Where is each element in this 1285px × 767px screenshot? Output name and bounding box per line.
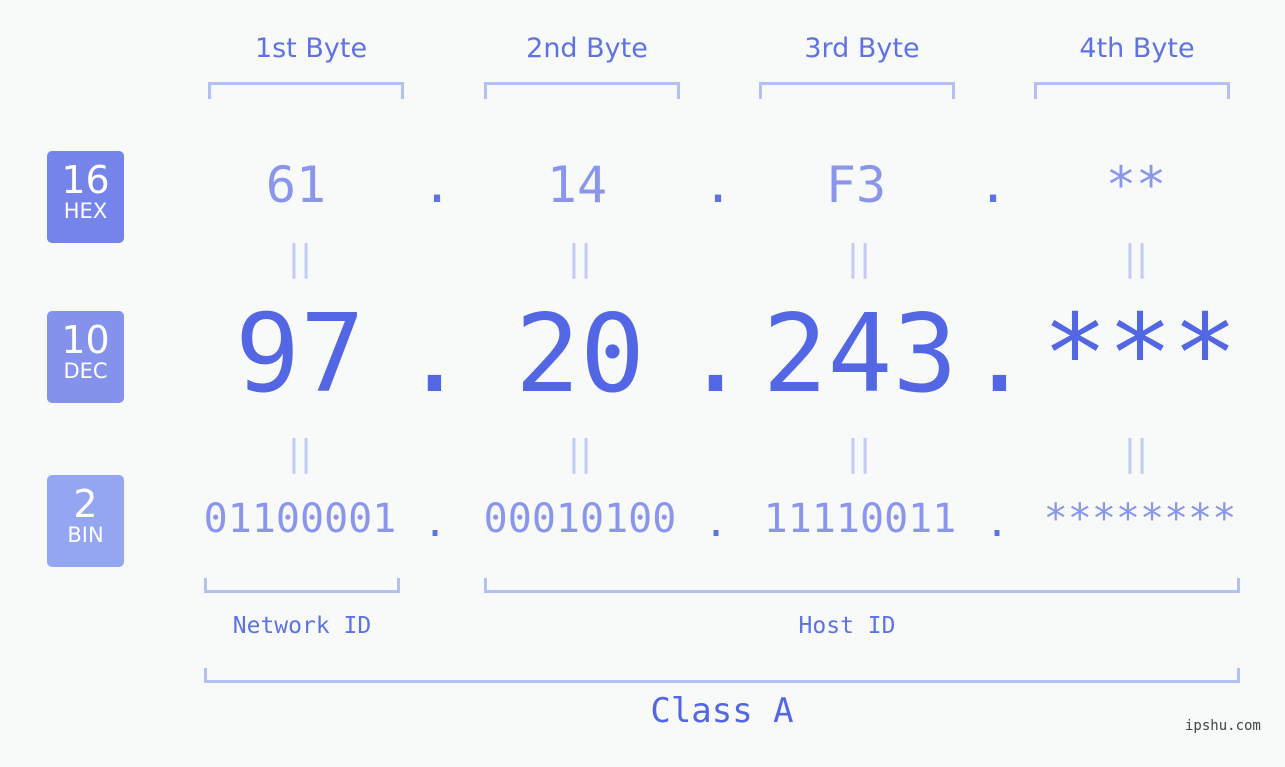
dec-byte-3: 243 bbox=[762, 292, 958, 417]
byte-bracket-3 bbox=[759, 82, 955, 99]
equals-sign: || bbox=[1123, 238, 1149, 279]
host-id-label: Host ID bbox=[798, 613, 896, 639]
equals-sign: || bbox=[287, 238, 313, 279]
dec-separator: . bbox=[683, 292, 749, 417]
hex-byte-2: 14 bbox=[546, 156, 608, 214]
dec-base-label: DEC bbox=[63, 359, 108, 383]
dec-badge: 10 DEC bbox=[47, 311, 124, 403]
site-credit: ipshu.com bbox=[1185, 718, 1261, 734]
hex-byte-4: ** bbox=[1105, 156, 1167, 214]
dec-separator: . bbox=[967, 292, 1033, 417]
host-id-bracket bbox=[484, 578, 1240, 593]
hex-base-label: HEX bbox=[63, 199, 108, 223]
bin-separator: . bbox=[704, 500, 729, 546]
byte-bracket-4 bbox=[1034, 82, 1230, 99]
bin-base-number: 2 bbox=[73, 482, 98, 526]
hex-byte-1: 61 bbox=[265, 156, 327, 214]
bin-byte-3: 11110011 bbox=[763, 496, 957, 542]
byte-header-1: 1st Byte bbox=[254, 33, 368, 64]
byte-header-3: 3rd Byte bbox=[804, 33, 920, 64]
dec-byte-2: 20 bbox=[514, 292, 646, 417]
network-id-label: Network ID bbox=[232, 613, 372, 639]
bin-separator: . bbox=[985, 500, 1010, 546]
hex-badge: 16 HEX bbox=[47, 151, 124, 243]
dec-separator: . bbox=[402, 292, 468, 417]
bin-byte-2: 00010100 bbox=[483, 496, 677, 542]
equals-sign: || bbox=[567, 433, 593, 474]
bin-byte-1: 01100001 bbox=[203, 496, 397, 542]
equals-sign: || bbox=[846, 238, 872, 279]
byte-bracket-1 bbox=[208, 82, 404, 99]
network-id-bracket bbox=[204, 578, 400, 593]
bin-byte-4: ******** bbox=[1043, 496, 1237, 542]
equals-sign: || bbox=[287, 433, 313, 474]
equals-sign: || bbox=[567, 238, 593, 279]
byte-header-4: 4th Byte bbox=[1079, 33, 1195, 64]
equals-sign: || bbox=[1123, 433, 1149, 474]
bin-base-label: BIN bbox=[67, 523, 104, 547]
bin-badge: 2 BIN bbox=[47, 475, 124, 567]
hex-byte-3: F3 bbox=[825, 156, 887, 214]
hex-separator: . bbox=[978, 156, 1009, 214]
class-label: Class A bbox=[650, 691, 794, 731]
dec-base-number: 10 bbox=[61, 318, 110, 362]
dec-byte-1: 97 bbox=[234, 292, 366, 417]
class-bracket bbox=[204, 668, 1240, 683]
byte-header-2: 2nd Byte bbox=[526, 33, 648, 64]
hex-separator: . bbox=[422, 156, 453, 214]
dec-byte-4: *** bbox=[1042, 292, 1238, 417]
bin-separator: . bbox=[423, 500, 448, 546]
byte-bracket-2 bbox=[484, 82, 680, 99]
hex-separator: . bbox=[703, 156, 734, 214]
equals-sign: || bbox=[846, 433, 872, 474]
hex-base-number: 16 bbox=[61, 158, 110, 202]
